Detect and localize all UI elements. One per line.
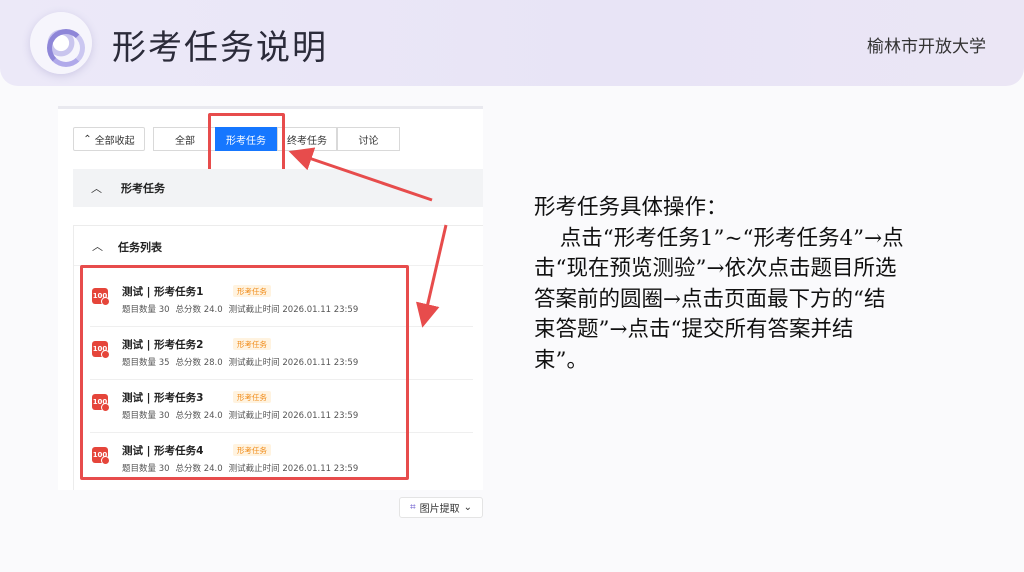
arrow-to-list — [416, 224, 448, 328]
picture-extract-button[interactable]: ⌗ 图片提取 ⌄ — [399, 497, 483, 518]
scan-icon: ⌗ — [409, 502, 416, 513]
picture-extract-label: 图片提取 — [419, 504, 460, 515]
instructions-body: 点击“形考任务1”~“形考任务4”→点击“现在预览测验”→依次点击题目所选答案前… — [534, 225, 904, 373]
instructions-heading: 形考任务具体操作： — [534, 195, 728, 220]
instructions-text: 形考任务具体操作： 点击“形考任务1”~“形考任务4”→点击“现在预览测验”→依… — [534, 193, 904, 376]
chevron-down-icon: ⌄ — [463, 502, 473, 513]
arrow-to-tab — [288, 147, 433, 202]
